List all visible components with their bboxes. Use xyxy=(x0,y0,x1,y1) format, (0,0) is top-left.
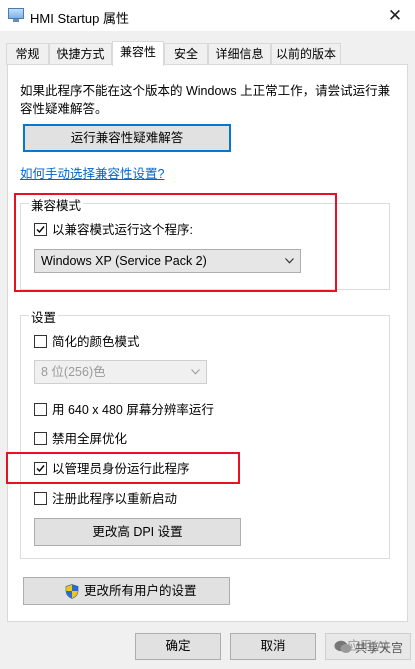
ok-button[interactable]: 确定 xyxy=(135,633,221,660)
title-bar: HMI Startup 属性 ✕ xyxy=(0,0,415,31)
chevron-down-icon xyxy=(191,369,200,375)
tab-compatibility[interactable]: 兼容性 xyxy=(112,41,164,66)
tab-details[interactable]: 详细信息 xyxy=(208,43,271,65)
tab-shortcut[interactable]: 快捷方式 xyxy=(49,43,112,65)
reduced-color-row[interactable]: 简化的颜色模式 xyxy=(34,334,334,350)
tab-general[interactable]: 常规 xyxy=(6,43,49,65)
all-users-label: 更改所有用户的设置 xyxy=(84,584,197,598)
compat-description: 如果此程序不能在这个版本的 Windows 上正常工作，请尝试运行兼容性疑难解答… xyxy=(20,84,391,116)
monitor-icon xyxy=(8,8,24,23)
settings-label: 设置 xyxy=(29,307,59,326)
cancel-button[interactable]: 取消 xyxy=(230,633,316,660)
disable-fullscreen-checkbox[interactable] xyxy=(34,432,47,445)
settings-group: 设置 简化的颜色模式 8 位(256)色 用 640 x 480 屏幕分辨率运行… xyxy=(20,307,390,559)
highlight-box-run-as-admin xyxy=(6,452,240,484)
compatibility-panel: 如果此程序不能在这个版本的 Windows 上正常工作，请尝试运行兼容性疑难解答… xyxy=(7,64,408,622)
register-restart-checkbox[interactable] xyxy=(34,492,47,505)
tab-security[interactable]: 安全 xyxy=(164,43,208,65)
register-restart-label: 注册此程序以重新启动 xyxy=(52,492,178,506)
troubleshoot-button[interactable]: 运行兼容性疑难解答 xyxy=(23,124,231,152)
reduced-color-label: 简化的颜色模式 xyxy=(52,335,140,349)
color-depth-select[interactable]: 8 位(256)色 xyxy=(34,360,207,384)
all-users-button[interactable]: 更改所有用户的设置 xyxy=(23,577,230,605)
shield-icon xyxy=(65,584,79,599)
register-restart-row[interactable]: 注册此程序以重新启动 xyxy=(34,491,334,507)
watermark-text: 共享天宫 xyxy=(355,641,404,655)
window-title: HMI Startup 属性 xyxy=(30,11,129,26)
wechat-icon xyxy=(334,640,352,653)
tab-previous-versions[interactable]: 以前的版本 xyxy=(271,43,341,65)
manual-settings-link[interactable]: 如何手动选择兼容性设置? xyxy=(20,163,164,182)
disable-fullscreen-label: 禁用全屏优化 xyxy=(52,432,128,446)
res-640-checkbox[interactable] xyxy=(34,403,47,416)
close-button[interactable]: ✕ xyxy=(383,6,407,26)
high-dpi-button[interactable]: 更改高 DPI 设置 xyxy=(34,518,241,546)
close-icon: ✕ xyxy=(387,6,403,25)
watermark: 共享天宫 xyxy=(334,638,414,658)
highlight-box-compat-mode xyxy=(14,193,337,292)
disable-fullscreen-row[interactable]: 禁用全屏优化 xyxy=(34,431,334,447)
tab-strip: 常规 快捷方式 兼容性 安全 详细信息 以前的版本 xyxy=(0,41,415,66)
reduced-color-checkbox[interactable] xyxy=(34,335,47,348)
res-640-label: 用 640 x 480 屏幕分辨率运行 xyxy=(52,403,214,417)
color-depth-value: 8 位(256)色 xyxy=(41,365,106,379)
res-640-row[interactable]: 用 640 x 480 屏幕分辨率运行 xyxy=(34,402,334,418)
